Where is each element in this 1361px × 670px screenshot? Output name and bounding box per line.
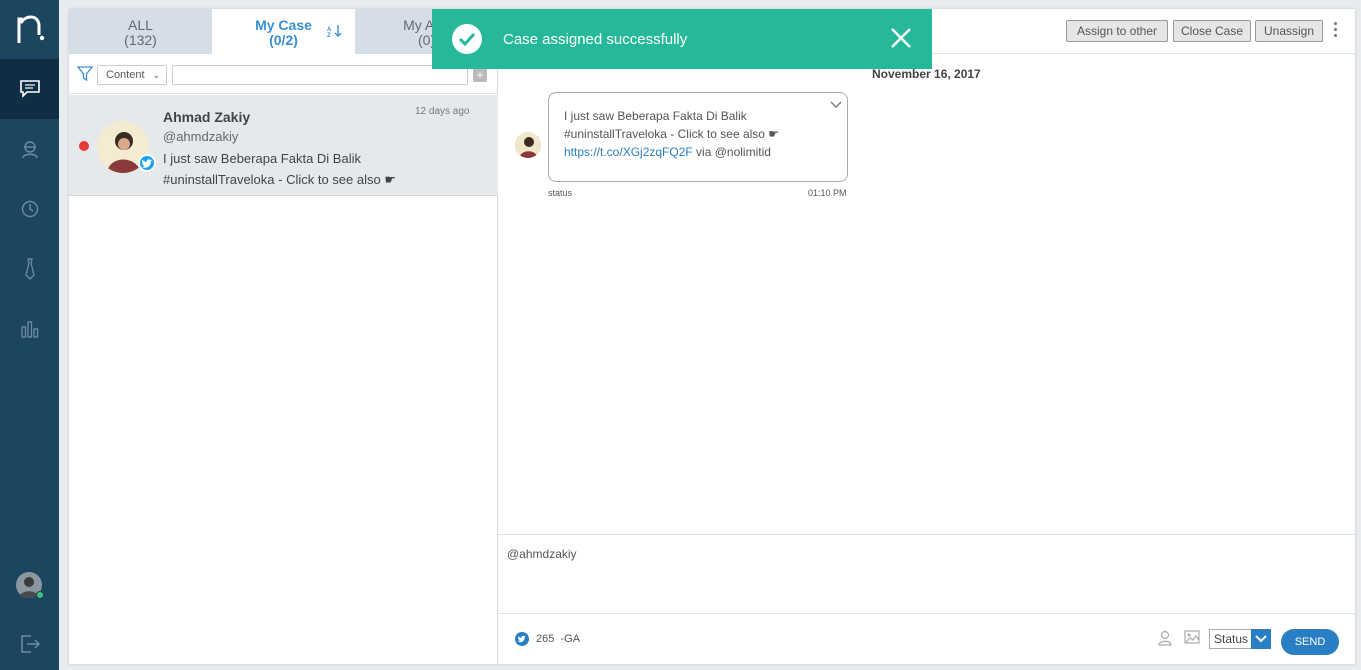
- logout-icon: [19, 634, 41, 654]
- logout-button[interactable]: [0, 614, 59, 670]
- success-toast: Case assigned successfully: [432, 9, 932, 69]
- filter-type-value: Content: [106, 69, 145, 81]
- case-author-name: Ahmad Zakiy: [163, 109, 251, 125]
- message-bubble: I just saw Beberapa Fakta Di Balik #unin…: [548, 92, 848, 182]
- char-count-value: 265: [536, 633, 555, 645]
- main-card: ALL (132) My Case (0/2) AZ My App (0) Co…: [69, 9, 1355, 664]
- online-status-dot: [36, 591, 44, 599]
- nav-item-reports[interactable]: [0, 299, 59, 359]
- svg-text:Z: Z: [327, 33, 331, 39]
- person-icon[interactable]: [1158, 630, 1172, 651]
- more-options-icon[interactable]: [1334, 22, 1338, 40]
- tie-icon: [23, 257, 37, 281]
- logo-icon[interactable]: [0, 0, 59, 59]
- case-preview: I just saw Beberapa Fakta Di Balik #unin…: [163, 151, 396, 187]
- message-suffix: via @nolimitid: [692, 145, 771, 159]
- close-case-button[interactable]: Close Case: [1173, 20, 1251, 42]
- assign-to-other-button[interactable]: Assign to other: [1066, 20, 1168, 42]
- filter-type-select[interactable]: Content ⌄: [97, 65, 167, 85]
- send-button[interactable]: SEND: [1281, 629, 1339, 655]
- case-list-item[interactable]: Ahmad Zakiy @ahmdzakiy 12 days ago I jus…: [69, 95, 498, 196]
- history-icon: [20, 199, 40, 219]
- sort-icon[interactable]: AZ: [327, 23, 343, 43]
- case-list-panel: ALL (132) My Case (0/2) AZ My App (0) Co…: [69, 9, 498, 664]
- left-nav: [0, 0, 59, 670]
- bar-chart-icon: [20, 319, 40, 339]
- check-icon: [452, 24, 482, 54]
- nav-item-tie[interactable]: [0, 239, 59, 299]
- reply-footer: 265 -GA Status SEND: [498, 614, 1355, 664]
- tab-count: (132): [124, 32, 157, 48]
- message-line: #uninstallTraveloka - Click to see also …: [564, 127, 780, 141]
- add-filter-button[interactable]: +: [473, 68, 487, 82]
- chevron-down-icon[interactable]: [830, 96, 842, 114]
- twitter-icon: [515, 632, 529, 651]
- filter-icon[interactable]: [76, 66, 94, 87]
- reply-input[interactable]: @ahmdzakiy: [498, 534, 1355, 614]
- conversation-date: November 16, 2017: [872, 67, 981, 81]
- message-line: I just saw Beberapa Fakta Di Balik: [564, 109, 747, 123]
- unassign-button[interactable]: Unassign: [1255, 20, 1323, 42]
- image-icon[interactable]: [1184, 629, 1200, 650]
- reply-text: @ahmdzakiy: [507, 547, 577, 561]
- chat-icon: [19, 79, 41, 99]
- unread-dot: [79, 141, 89, 151]
- message-type: status: [548, 188, 573, 198]
- toast-message: Case assigned successfully: [503, 31, 688, 48]
- tab-label: ALL: [128, 17, 153, 33]
- search-input[interactable]: [172, 65, 468, 85]
- message-link[interactable]: https://t.co/XGj2zqFQ2F: [564, 145, 693, 159]
- nav-item-chat[interactable]: [0, 59, 59, 119]
- case-time: 12 days ago: [415, 106, 470, 117]
- message-avatar: [515, 132, 541, 158]
- nav-item-agent[interactable]: [0, 119, 59, 179]
- chevron-down-icon: [1251, 629, 1271, 649]
- twitter-icon: [138, 154, 156, 172]
- account-label: -GA: [560, 633, 581, 645]
- conversation-panel: Assign to other Close Case Unassign Nove…: [498, 9, 1355, 664]
- tab-all[interactable]: ALL (132): [69, 9, 212, 54]
- nav-item-history[interactable]: [0, 179, 59, 239]
- status-value: Status: [1214, 632, 1249, 646]
- case-author-handle: @ahmdzakiy: [163, 129, 239, 144]
- agent-icon: [20, 139, 40, 159]
- tab-my-case[interactable]: My Case (0/2) AZ: [212, 9, 355, 54]
- status-select[interactable]: Status: [1209, 629, 1271, 649]
- message-time: 01:10 PM: [808, 188, 847, 198]
- chevron-down-icon: ⌄: [152, 70, 160, 80]
- char-count: 265 -GA: [536, 633, 580, 645]
- close-icon[interactable]: [890, 27, 912, 53]
